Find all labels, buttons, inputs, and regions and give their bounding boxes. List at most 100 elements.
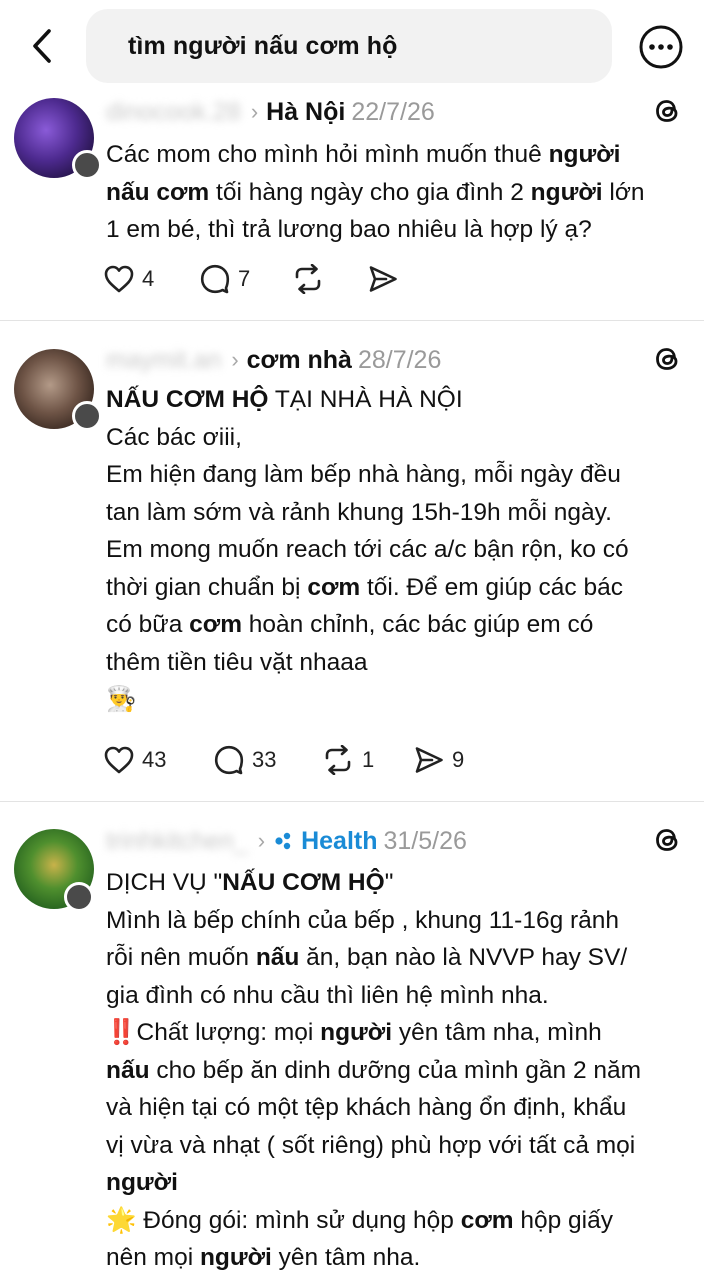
text-segment: và hiện tại có một tệp khách hàng ổn địn… xyxy=(106,1094,627,1121)
post-text-line: người xyxy=(106,1164,696,1202)
like-count: 4 xyxy=(142,266,155,291)
share-button[interactable] xyxy=(368,265,398,293)
post-text-line: có bữa cơm hoàn chỉnh, các bác giúp em c… xyxy=(106,606,696,644)
post-text-line: ‼️Chất lượng: mọi người yên tâm nha, mìn… xyxy=(106,1014,696,1052)
post-date: 31/5/26 xyxy=(383,826,467,855)
post-date: 28/7/26 xyxy=(357,345,442,374)
chevron-right-icon: › xyxy=(257,828,266,853)
post-text-line: nấu cơm tối hàng ngày cho gia đình 2 ngư… xyxy=(106,174,696,212)
text-segment: yên tâm nha, mình xyxy=(392,1019,602,1046)
highlighted-keyword: người xyxy=(106,1169,178,1196)
post-text-line: Các mom cho mình hỏi mình muốn thuê ngườ… xyxy=(106,136,696,174)
highlighted-keyword: nấu xyxy=(106,1056,150,1084)
repost-button[interactable]: 1 xyxy=(322,745,414,775)
like-button[interactable]: 4 xyxy=(104,265,200,293)
repost-icon xyxy=(325,745,351,775)
highlighted-keyword: nấu cơm xyxy=(106,178,210,206)
topic-tag[interactable]: Hà Nội xyxy=(266,98,345,127)
text-segment: " xyxy=(384,869,394,896)
text-segment: Mình là bếp chính của bếp , khung 11-16g… xyxy=(106,906,620,934)
heart-icon xyxy=(104,746,134,774)
text-segment: ‼️Chất lượng: mọi xyxy=(106,1019,321,1046)
text-segment: 🌟 Đóng gói: mình sử dụng hộp xyxy=(106,1206,461,1234)
post-text-line: nên mọi người yên tâm nha. xyxy=(106,1239,696,1277)
username[interactable]: dinocook.28 xyxy=(106,98,241,127)
text-segment: TẠI NHÀ HÀ NỘI xyxy=(268,386,463,413)
highlighted-keyword: cơm xyxy=(307,573,361,601)
topic-tag[interactable]: cơm nhà xyxy=(247,346,352,375)
text-segment: gia đình có nhu cầu thì liên hệ mình nha… xyxy=(106,981,549,1009)
highlighted-keyword: nấu xyxy=(255,944,300,971)
post-text-line: NẤU CƠM HỘ TẠI NHÀ HÀ NỘI xyxy=(106,381,696,419)
text-segment: Các bác ơiii, xyxy=(106,423,242,451)
repost-count: 1 xyxy=(362,747,375,772)
username[interactable]: maymit.an xyxy=(106,346,221,375)
share-count: 9 xyxy=(452,747,465,772)
health-topic-icon xyxy=(275,832,291,850)
follow-badge[interactable] xyxy=(72,401,102,431)
post-card[interactable]: maymit.an › cơm nhà 28/7/26 NẤU CƠM HỘ T… xyxy=(0,321,704,801)
highlighted-keyword: cơm xyxy=(460,1206,514,1234)
threads-logo-icon[interactable] xyxy=(650,342,684,376)
post-card[interactable]: trinhkitchen_ › Health 31/5/26 DỊCH VỤ "… xyxy=(0,802,704,1280)
text-segment: vị vừa và nhạt ( sốt riêng) phù hợp với … xyxy=(106,1131,636,1159)
text-segment: tan làm sớm và rảnh khung 15h-19h mỗi ng… xyxy=(106,498,612,526)
post-text-line: nấu cho bếp ăn dinh dưỡng của mình gần 2… xyxy=(106,1052,696,1090)
post-text-line: và hiện tại có một tệp khách hàng ổn địn… xyxy=(106,1089,696,1127)
share-button[interactable]: 9 xyxy=(414,746,464,774)
highlighted-keyword: NẤU CƠM HỘ xyxy=(222,869,385,896)
like-button[interactable]: 43 xyxy=(104,746,214,774)
highlighted-keyword: người xyxy=(199,1244,272,1271)
threads-logo-icon[interactable] xyxy=(650,94,684,128)
post-text-line: Em mong muốn reach tới các a/c bận rộn, … xyxy=(106,531,696,569)
reply-button[interactable]: 7 xyxy=(200,264,292,294)
text-segment: thêm tiền tiêu vặt nhaaa xyxy=(106,648,368,676)
post-text-line: thêm tiền tiêu vặt nhaaa xyxy=(106,644,696,682)
follow-badge[interactable] xyxy=(64,882,94,912)
text-segment: nên mọi xyxy=(106,1244,200,1271)
post-text-line: rỗi nên muốn nấu ăn, bạn nào là NVVP hay… xyxy=(106,939,696,977)
highlighted-keyword: người xyxy=(320,1019,393,1046)
post-text: Các mom cho mình hỏi mình muốn thuê ngườ… xyxy=(106,136,696,249)
comment-bubble-icon xyxy=(200,264,230,294)
like-count: 43 xyxy=(142,747,167,772)
text-segment: 👨‍🍳 xyxy=(106,686,137,713)
text-segment: rỗi nên muốn xyxy=(106,944,256,971)
post-text-line: 1 em bé, thì trả lương bao nhiêu là hợp … xyxy=(106,211,696,249)
text-segment: 1 em bé, thì trả lương bao nhiêu là hợp … xyxy=(106,216,592,243)
highlighted-keyword: người xyxy=(548,141,621,168)
post-text-line: Mình là bếp chính của bếp , khung 11-16g… xyxy=(106,902,696,940)
username[interactable]: trinhkitchen_ xyxy=(106,827,248,856)
post-card[interactable]: dinocook.28 › Hà Nội 22/7/26 Các mom cho… xyxy=(0,0,704,320)
post-actions: 4 7 xyxy=(104,259,398,299)
text-segment: cho bếp ăn dinh dưỡng của mình gần 2 năm xyxy=(149,1056,642,1084)
post-text: NẤU CƠM HỘ TẠI NHÀ HÀ NỘI Các bác ơiii, Em… xyxy=(106,381,696,719)
threads-logo-icon[interactable] xyxy=(650,823,684,857)
reply-count: 33 xyxy=(252,747,277,772)
text-segment: Các mom cho mình hỏi mình muốn thuê xyxy=(106,141,549,168)
text-segment: Em mong muốn reach tới các a/c bận rộn, … xyxy=(106,536,629,563)
reply-count: 7 xyxy=(238,266,251,291)
post-meta: maymit.an › cơm nhà 28/7/26 xyxy=(106,340,441,380)
repost-icon xyxy=(295,264,321,294)
post-text-line: vị vừa và nhạt ( sốt riêng) phù hợp với … xyxy=(106,1127,696,1165)
post-text-line: gia đình có nhu cầu thì liên hệ mình nha… xyxy=(106,977,696,1015)
post-actions: 43 33 1 9 xyxy=(104,740,464,780)
topic-tag[interactable]: Health xyxy=(301,827,377,856)
text-segment: hộp giấy xyxy=(513,1206,613,1234)
highlighted-keyword: NẤU CƠM HỘ xyxy=(106,386,269,413)
send-icon xyxy=(415,747,443,773)
post-text-line: Các bác ơiii, xyxy=(106,419,696,457)
text-segment: hoàn chỉnh, các bác giúp em có xyxy=(241,611,594,638)
reply-button[interactable]: 33 xyxy=(214,745,322,775)
text-segment: tối. Để em giúp các bác xyxy=(360,573,623,601)
post-text-line: Em hiện đang làm bếp nhà hàng, mỗi ngày … xyxy=(106,456,696,494)
follow-badge[interactable] xyxy=(72,150,102,180)
repost-button[interactable] xyxy=(292,264,368,294)
post-text-line: 🌟 Đóng gói: mình sử dụng hộp cơm hộp giấ… xyxy=(106,1202,696,1240)
text-segment: tối hàng ngày cho gia đình 2 xyxy=(209,178,531,206)
post-text-line: 👨‍🍳 xyxy=(106,681,696,719)
comment-bubble-icon xyxy=(214,745,244,775)
text-segment: yên tâm nha. xyxy=(271,1244,421,1271)
highlighted-keyword: người xyxy=(530,178,603,206)
